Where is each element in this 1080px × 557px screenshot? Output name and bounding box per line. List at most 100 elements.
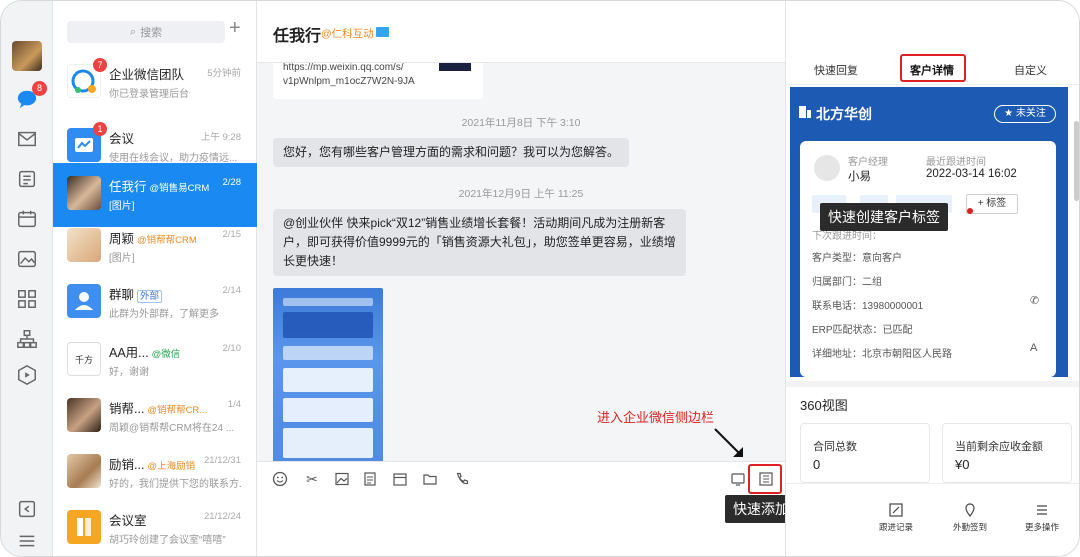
map-icon[interactable]: A — [1030, 342, 1037, 354]
conversation-preview: 胡巧玲创建了会议室“嘻嘻” — [109, 535, 226, 546]
conversation-name: 企业微信团队 — [109, 68, 185, 82]
conversation-name: 销帮... @销帮帮CR... — [109, 402, 208, 416]
customer-type: 客户类型：意向客户 — [812, 253, 902, 264]
conversation-name: 励销... @上海励销 — [109, 458, 196, 472]
doc-icon[interactable] — [361, 470, 379, 488]
conversation-time: 21/12/31 — [204, 455, 241, 466]
calendar-icon[interactable] — [391, 470, 409, 488]
link-card[interactable]: https://mp.weixin.qq.com/s/ v1pWnlpm_m1o… — [273, 63, 483, 99]
list-item[interactable]: 7 企业微信团队 5分钟前 你已登录管理后台 — [53, 51, 257, 115]
conversation-name: 群聊 外部 — [109, 284, 163, 303]
image-icon[interactable] — [15, 247, 39, 271]
emoji-icon[interactable] — [271, 470, 289, 488]
location-icon — [965, 503, 975, 517]
menu-icon[interactable] — [15, 529, 39, 553]
search-input[interactable]: ⌕ 搜索 — [67, 21, 225, 43]
conversation-time: 5分钟前 — [207, 68, 241, 79]
conversation-name: 任我行 @销售易CRM — [109, 180, 210, 194]
view-360-title: 360视图 — [800, 398, 848, 413]
chat-icon[interactable]: 8 — [15, 81, 47, 111]
conversation-preview: 周颖@销帮帮CRM将在24 ... — [109, 423, 235, 434]
follow-record-button[interactable]: 跟进记录 — [866, 502, 926, 533]
company-logo-avatar: 千方 — [67, 342, 101, 376]
conversation-preview: 此群为外部群，了解更多 — [109, 309, 219, 320]
chat-org-tag: @仁科互动 — [321, 28, 374, 40]
timestamp: 2021年12月9日 上午 11:25 — [458, 188, 584, 200]
add-button[interactable]: + — [229, 17, 241, 40]
app-window: 8 ⌕ 搜索 + 7 企业微信团队 5分钟前 你已登录管理后台 1 会议 上午 … — [0, 0, 1080, 557]
tab-quick-reply[interactable]: 快速回复 — [814, 62, 858, 78]
call-icon[interactable]: ✆ — [1030, 294, 1039, 307]
conversation-preview: 使用在线会议，助力疫情远... — [109, 153, 238, 164]
conversation-time: 21/12/24 — [204, 511, 241, 522]
customer-sidebar: 快速回复 客户详情 自定义 北方华创 ★ 未关注 客户经理 小易 最近跟进时间 … — [785, 1, 1079, 556]
promo-poster-image[interactable] — [273, 288, 383, 461]
image-icon[interactable] — [333, 470, 351, 488]
chat-panel: 任我行 @仁科互动 https://mp.weixin.qq.com/s/ v1… — [257, 1, 785, 556]
group-avatar — [67, 284, 101, 318]
conversation-name: 会议室 — [109, 514, 147, 528]
customer-info-card: 客户经理 小易 最近跟进时间 2022-03-14 16:02 下次跟进时间： … — [800, 141, 1056, 377]
tooltip-quick-tag: 快速创建客户标签 — [820, 203, 948, 231]
message-list: https://mp.weixin.qq.com/s/ v1pWnlpm_m1o… — [257, 63, 785, 461]
phone-icon[interactable] — [453, 470, 471, 488]
conversation-preview: [图片] — [109, 201, 135, 212]
tab-custom[interactable]: 自定义 — [1014, 62, 1047, 78]
conversation-time: 上午 9:28 — [200, 132, 241, 143]
my-avatar[interactable] — [12, 41, 42, 71]
collapse-icon[interactable] — [15, 497, 39, 521]
search-placeholder: 搜索 — [140, 27, 163, 39]
calendar-icon[interactable] — [15, 207, 39, 231]
org-chart-icon[interactable] — [15, 327, 39, 351]
manager-label: 客户经理 — [848, 157, 888, 168]
edit-icon — [889, 503, 903, 517]
link-thumbnail — [439, 63, 471, 71]
scrollbar[interactable] — [1074, 121, 1079, 201]
unread-badge: 1 — [93, 122, 107, 136]
folder-icon[interactable] — [421, 470, 439, 488]
phone-number: 联系电话：13980000001 — [812, 301, 924, 312]
list-item[interactable]: 励销... @上海励销 21/12/31 好的，我们提供下您的联系方... — [53, 441, 257, 505]
field-signin-button[interactable]: 外勤签到 — [940, 502, 1000, 533]
chat-title: 任我行 — [273, 28, 322, 45]
annotation-sidebar: 进入企业微信侧边栏 — [597, 410, 715, 425]
stat-receivable[interactable]: 当前剩余应收金额 ¥0 — [942, 423, 1072, 483]
pc-online-icon — [376, 27, 389, 37]
docs-icon[interactable] — [15, 167, 39, 191]
conversation-time: 2/15 — [222, 229, 242, 240]
list-item[interactable]: 群聊 外部 2/14 此群为外部群，了解更多 — [53, 271, 257, 335]
conversation-name: 会议 — [109, 132, 135, 146]
message-line: 户，即可获得价值9999元的「销售资源大礼包」，助您签单更容易，业绩增 — [283, 235, 676, 249]
list-item[interactable]: 会议室 21/12/24 胡巧玲创建了会议室“嘻嘻” — [53, 497, 257, 556]
list-item[interactable]: 千方 AA用... @微信 2/10 好，谢谢 — [53, 329, 257, 393]
stat-contracts[interactable]: 合同总数 0 — [800, 423, 930, 483]
screenshot-icon[interactable] — [729, 470, 747, 488]
more-actions-button[interactable]: 更多操作 — [1012, 502, 1072, 533]
company-name: 北方华创 — [816, 106, 872, 122]
conversation-name: 周颖 @销帮帮CRM — [109, 232, 197, 246]
tab-highlight — [900, 54, 966, 82]
icon-rail: 8 — [1, 1, 53, 556]
sidebar-actions: 跟进记录 外勤签到 更多操作 — [786, 483, 1079, 556]
list-item[interactable]: 周颖 @销帮帮CRM 2/15 [图片] — [53, 215, 257, 279]
apps-icon[interactable] — [15, 363, 39, 387]
message-bubble[interactable]: @创业伙伴 快来pick“双12”销售业绩增长套餐！活动期间凡成为注册新客 户，… — [273, 209, 686, 276]
menu-icon — [1037, 505, 1047, 515]
follow-button[interactable]: ★ 未关注 — [994, 105, 1056, 123]
add-tag-button[interactable]: + 标签 — [966, 194, 1018, 214]
unread-badge: 7 — [93, 58, 107, 72]
mail-icon[interactable] — [15, 127, 39, 151]
conversation-time: 2/14 — [222, 285, 242, 296]
conversation-preview: 好的，我们提供下您的联系方... — [109, 479, 241, 490]
sidebar-button-highlight — [748, 464, 782, 494]
address: 详细地址：北京市朝阳区人民路 — [812, 349, 952, 360]
chat-header: 任我行 @仁科互动 — [257, 1, 785, 63]
workbench-icon[interactable] — [15, 287, 39, 311]
scissors-icon[interactable]: ✂ — [303, 470, 321, 488]
building-icon — [799, 106, 811, 118]
last-follow-value: 2022-03-14 16:02 — [926, 168, 1017, 180]
list-item[interactable]: 销帮... @销帮帮CR... 1/4 周颖@销帮帮CRM将在24 ... — [53, 385, 257, 449]
conversation-preview: 你已登录管理后台 — [109, 89, 189, 100]
message-bubble[interactable]: 您好，您有哪些客户管理方面的需求和问题？我可以为您解答。 — [273, 138, 630, 167]
timestamp: 2021年11月8日 下午 3:10 — [461, 117, 581, 129]
